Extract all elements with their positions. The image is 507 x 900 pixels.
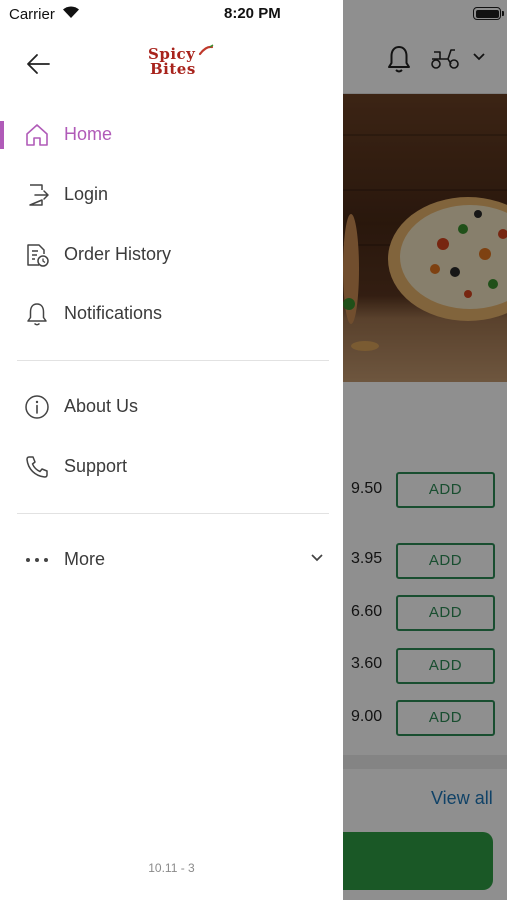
carrier-label: Carrier: [9, 6, 55, 23]
app-version: 10.11 - 3: [148, 861, 195, 875]
menu-item-order-history[interactable]: Order History: [0, 230, 343, 280]
battery-icon: [473, 7, 504, 20]
menu-item-label: Home: [64, 124, 113, 144]
menu-item-about-us[interactable]: About Us: [0, 382, 343, 432]
logo-text-line2: Bites: [150, 60, 196, 78]
menu-item-label: More: [64, 549, 106, 569]
menu-item-more[interactable]: More: [0, 535, 343, 585]
order-history-icon: [27, 244, 49, 267]
spicy-bites-logo: Spicy Bites: [146, 44, 216, 80]
menu-divider: [17, 360, 329, 361]
home-icon: [26, 124, 48, 146]
menu-item-label: Notifications: [64, 303, 163, 323]
status-bar: Carrier 8:20 PM: [0, 0, 507, 28]
menu-item-label: Order History: [64, 244, 172, 264]
phone-icon: [26, 456, 48, 478]
more-dots-icon: [26, 558, 48, 562]
bell-icon: [27, 303, 47, 326]
menu-item-login[interactable]: Login: [0, 170, 343, 220]
menu-item-support[interactable]: Support: [0, 442, 343, 492]
navigation-drawer: Spicy Bites Home Login Order History Not…: [0, 0, 343, 900]
menu-item-notifications[interactable]: Notifications: [0, 289, 343, 339]
menu-item-label: About Us: [64, 396, 139, 416]
wifi-icon: [63, 6, 79, 18]
menu-divider: [17, 513, 329, 514]
menu-item-label: Login: [64, 184, 109, 204]
clock: 8:20 PM: [224, 5, 281, 22]
info-icon: [25, 395, 49, 419]
back-arrow-icon[interactable]: [25, 51, 51, 77]
chevron-down-icon: [311, 554, 323, 562]
menu-item-home[interactable]: Home: [0, 110, 343, 160]
chili-pepper-icon: [198, 44, 214, 56]
login-icon: [29, 184, 49, 206]
menu-item-label: Support: [64, 456, 128, 476]
